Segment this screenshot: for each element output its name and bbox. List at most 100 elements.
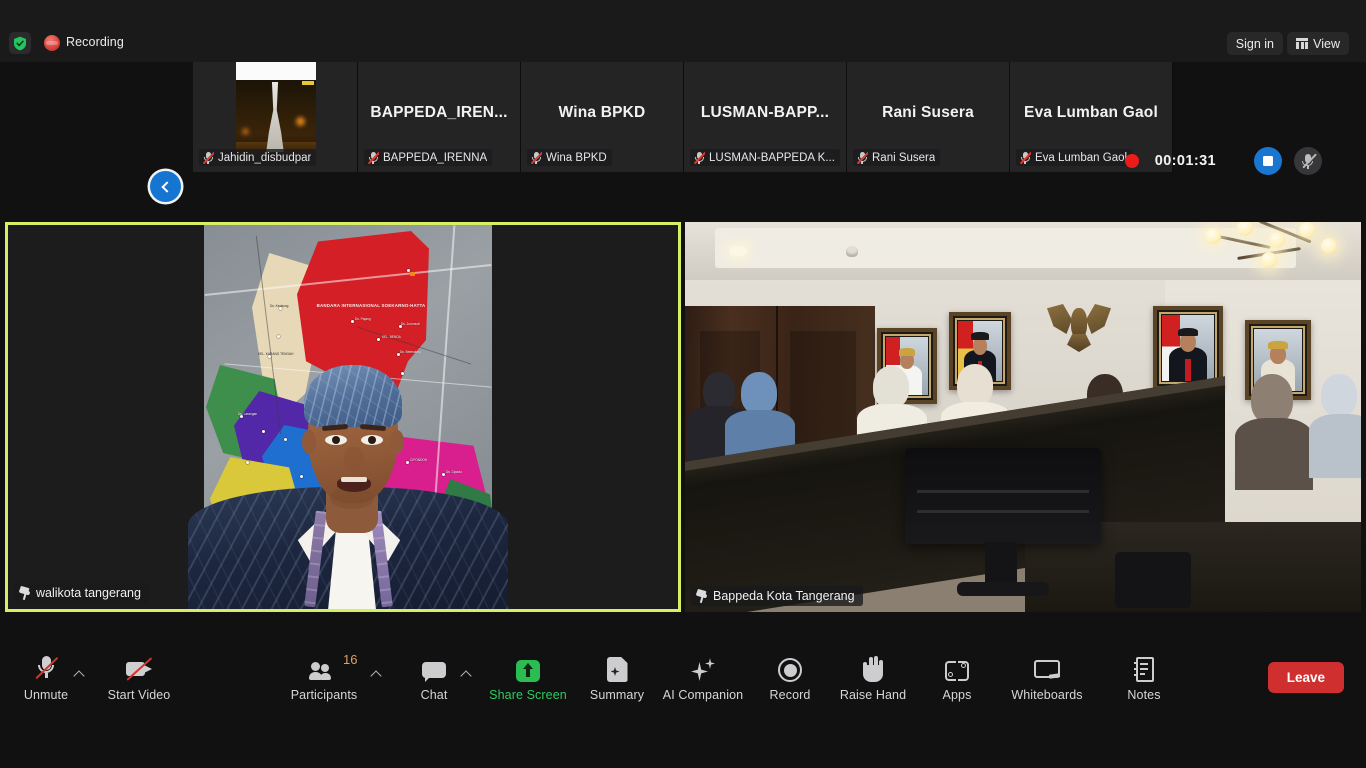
toolbar-item-start-video[interactable]: Start Video [93,652,185,702]
toolbar-item-summary[interactable]: Summary [571,652,663,702]
thumbnail-name-badge: BAPPEDA_IRENNA [364,149,492,166]
pin-icon [19,587,30,600]
toolbar-label-summary: Summary [590,688,644,702]
chevron-left-icon [161,181,172,192]
recording-dot-icon [44,35,60,51]
thumbnail-list: Jahidin_disbudpar BAPPEDA_IREN... BAPPED… [193,62,1173,172]
leave-button[interactable]: Leave [1268,662,1344,693]
thumbnail-title: LUSMAN-BAPP... [684,104,846,122]
video-pane-active-speaker[interactable]: BANDARA INTERNASIONAL SOEKARNO-HATTA [5,222,681,612]
thumbnail-video [236,62,316,158]
meeting-toolbar: Unmute Start Video 16 Participants Chat [0,622,1366,768]
notes-icon [1134,657,1154,682]
toolbar-label-share-screen: Share Screen [489,688,567,702]
summary-icon [607,657,628,682]
video-stage: BANDARA INTERNASIONAL SOEKARNO-HATTA [0,222,1366,622]
toolbar-item-participants[interactable]: 16 Participants [278,652,370,702]
thumbnail-title: Wina BPKD [521,104,683,122]
recording-controls: 00:01:31 [1125,124,1322,198]
thumbnail-name: Wina BPKD [546,152,607,164]
thumbnail-tile[interactable]: LUSMAN-BAPP... LUSMAN-BAPPEDA K... [684,62,847,172]
mic-muted-icon [530,151,542,164]
recording-label: Recording [66,35,124,49]
share-screen-icon [516,660,540,682]
toolbar-label-raise-hand: Raise Hand [840,688,906,702]
mute-toggle-button[interactable] [1294,147,1322,175]
video-pane-room[interactable]: Bappeda Kota Tangerang [685,222,1361,612]
thumbnail-name: Rani Susera [872,152,935,164]
sign-in-label: Sign in [1236,37,1274,51]
mic-muted-icon [1301,153,1316,169]
strip-previous-button[interactable] [150,171,181,202]
leave-label: Leave [1287,670,1325,685]
toolbar-item-notes[interactable]: Notes [1098,652,1190,702]
stop-recording-button[interactable] [1254,147,1282,175]
mic-muted-icon [856,151,868,164]
toolbar-label-notes: Notes [1127,688,1160,702]
thumbnail-name: LUSMAN-BAPPEDA K... [709,152,835,164]
mic-muted-icon [1019,151,1031,164]
toolbar-item-whiteboards[interactable]: Whiteboards [1001,652,1093,702]
toolbar-label-record: Record [770,688,811,702]
pane-participant-name: walikota tangerang [36,586,141,600]
thumbnail-name-badge: Eva Lumban Gaol [1016,149,1132,166]
thumbnail-tile[interactable]: Rani Susera Rani Susera [847,62,1010,172]
view-button[interactable]: View [1287,32,1349,55]
mic-muted-icon [367,151,379,164]
toolbar-item-record[interactable]: Record [744,652,836,702]
audio-options-caret[interactable] [74,668,86,680]
toolbar-label-unmute: Unmute [24,688,68,702]
shield-glyph [13,36,27,51]
room-participant [1241,374,1305,490]
thumbnail-name-badge: Wina BPKD [527,149,612,166]
whiteboard-icon [1034,660,1060,682]
participants-options-caret[interactable] [371,668,383,680]
mic-muted-icon [693,151,705,164]
thumbnail-name-badge: Rani Susera [853,149,940,166]
toolbar-item-ai-companion[interactable]: AI Companion [657,652,749,702]
pane-participant-name: Bappeda Kota Tangerang [713,589,855,603]
thumbnail-strip: Jahidin_disbudpar BAPPEDA_IREN... BAPPED… [0,62,1366,174]
toolbar-label-apps: Apps [943,688,972,702]
pane-name-badge: Bappeda Kota Tangerang [691,586,863,606]
thumbnail-name-badge: Jahidin_disbudpar [199,149,316,166]
sign-in-button[interactable]: Sign in [1227,32,1283,55]
thumbnail-tile[interactable]: Jahidin_disbudpar [193,62,358,172]
thumbnail-title: BAPPEDA_IREN... [358,104,520,122]
chandelier [1203,222,1353,284]
room-monitor [905,448,1101,544]
toolbar-label-ai-companion: AI Companion [663,688,743,702]
thumbnail-name: BAPPEDA_IRENNA [383,152,487,164]
raise-hand-icon [862,656,884,682]
view-label: View [1313,37,1340,51]
shield-check-icon[interactable] [9,32,31,54]
record-icon [778,658,802,682]
participants-count: 16 [343,652,357,667]
grid-view-icon [1296,38,1308,49]
toolbar-item-apps[interactable]: Apps [911,652,1003,702]
thumbnail-name: Jahidin_disbudpar [218,152,311,164]
pane-name-badge: walikota tangerang [14,583,149,603]
thumbnail-tile[interactable]: BAPPEDA_IREN... BAPPEDA_IRENNA [358,62,521,172]
pane-background: BANDARA INTERNASIONAL SOEKARNO-HATTA [8,225,678,609]
toolbar-item-raise-hand[interactable]: Raise Hand [827,652,919,702]
thumbnail-name-badge: LUSMAN-BAPPEDA K... [690,149,840,166]
mic-muted-icon [35,654,57,682]
apps-icon [945,660,969,682]
chat-icon [422,662,446,682]
record-dot-icon [1125,154,1139,168]
meeting-room-video [685,222,1361,612]
participants-icon [309,662,339,682]
thumbnail-name: Eva Lumban Gaol [1035,152,1127,164]
toolbar-label-whiteboards: Whiteboards [1011,688,1082,702]
mic-muted-icon [202,151,214,164]
ai-companion-icon [690,658,716,682]
garuda-emblem [1047,302,1111,354]
thumbnail-tile[interactable]: Wina BPKD Wina BPKD [521,62,684,172]
chat-options-caret[interactable] [461,668,473,680]
toolbar-label-start-video: Start Video [108,688,171,702]
recording-timer: 00:01:31 [1155,153,1216,169]
thumbnail-title: Eva Lumban Gaol [1010,104,1172,122]
toolbar-label-participants: Participants [291,688,358,702]
toolbar-item-share-screen[interactable]: Share Screen [482,652,574,702]
